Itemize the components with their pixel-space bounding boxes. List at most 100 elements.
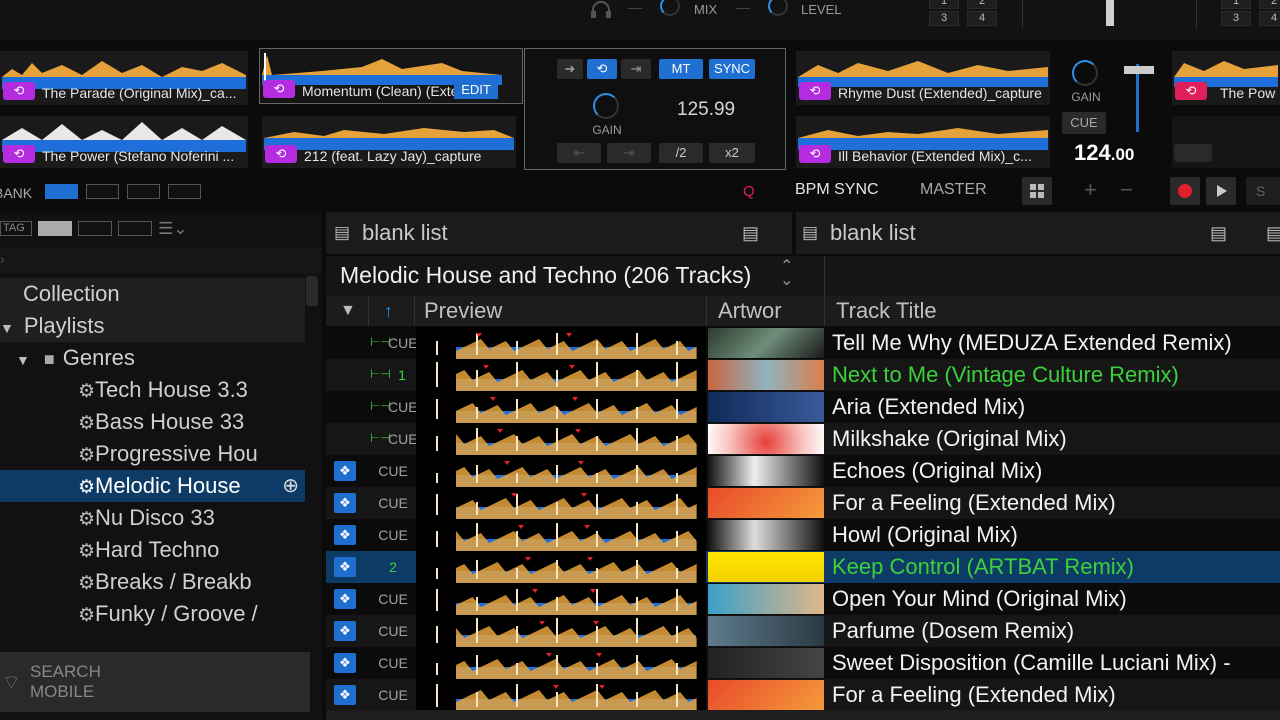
list-menu-icon[interactable]: ▤: [1210, 212, 1227, 254]
play-icon[interactable]: [1206, 177, 1236, 205]
gain-knob-right[interactable]: [1072, 60, 1098, 86]
plus-icon[interactable]: +: [1084, 177, 1097, 203]
level-knob[interactable]: [768, 0, 788, 16]
mt-button[interactable]: MT: [659, 59, 703, 79]
loop-icon[interactable]: ⟲: [1175, 82, 1207, 100]
sidebar-item-tech-house[interactable]: ⚙Tech House 3.3: [0, 374, 305, 406]
arrow-right-icon[interactable]: ➜: [557, 59, 583, 79]
sidebar-item-bass-house[interactable]: ⚙Bass House 33: [0, 406, 305, 438]
hotcue-3-left[interactable]: 3: [929, 11, 959, 26]
waveform-preview[interactable]: [416, 519, 706, 551]
sampler-slot[interactable]: ⟲ The Powe: [1172, 51, 1280, 105]
waveform-preview[interactable]: [416, 487, 706, 519]
sampler-slot-empty[interactable]: [1172, 116, 1280, 168]
tempo-slider-handle[interactable]: [1124, 66, 1154, 74]
loop-icon[interactable]: ⟲: [263, 80, 295, 98]
search-mobile-button[interactable]: ⌔ SEARCH MOBILE: [0, 652, 310, 712]
loop-icon[interactable]: ⟲: [587, 59, 617, 79]
view-button[interactable]: [118, 221, 152, 236]
loop-icon[interactable]: ⟲: [265, 145, 297, 163]
sidebar-item-playlists[interactable]: ▼ Playlists: [0, 310, 305, 342]
table-row[interactable]: ❖ 2 Keep Control (ARTBAT Remix): [326, 551, 1280, 583]
waveform-preview[interactable]: [416, 391, 706, 423]
waveform-preview[interactable]: [416, 615, 706, 647]
list-menu-icon[interactable]: ▤: [742, 212, 759, 254]
sampler-slot[interactable]: ⟲ Rhyme Dust (Extended)_capture: [796, 51, 1050, 105]
hotcue-2-left[interactable]: 2: [967, 0, 997, 9]
sidebar-scrollbar[interactable]: [306, 276, 318, 306]
double-tempo-button[interactable]: x2: [709, 143, 755, 163]
sidebar-item-breaks[interactable]: ⚙Breaks / Breakb: [0, 566, 305, 598]
bpm-sync-button[interactable]: BPM SYNC: [795, 181, 879, 199]
waveform-preview[interactable]: [416, 455, 706, 487]
minus-icon[interactable]: −: [1120, 177, 1133, 203]
sidebar-item-genres[interactable]: ▼ ■ Genres: [0, 342, 305, 374]
waveform-preview[interactable]: [416, 679, 706, 711]
table-row[interactable]: ❖ CUE For a Feeling (Extended Mix): [326, 679, 1280, 711]
horizontal-scrollbar[interactable]: [326, 710, 1280, 720]
color-filter-button[interactable]: [38, 221, 72, 236]
sidebar-item-progressive-house[interactable]: ⚙Progressive Hou: [0, 438, 305, 470]
expand-triangle-icon[interactable]: ▼: [0, 320, 14, 336]
sidebar-item-hard-techno[interactable]: ⚙Hard Techno: [0, 534, 305, 566]
sidebar-search-row[interactable]: ›: [0, 248, 322, 274]
waveform-preview[interactable]: [416, 423, 706, 455]
forward-arrow-icon[interactable]: ⇥: [607, 143, 651, 163]
table-row[interactable]: ❖ CUE Parfume (Dosem Remix): [326, 615, 1280, 647]
loop-icon[interactable]: ⟲: [3, 145, 35, 163]
sampler-slot-active[interactable]: ⟲ Momentum (Clean) (Exte EDIT: [259, 48, 523, 104]
list-menu-icon[interactable]: ☰⌄: [158, 219, 187, 239]
grid-view-icon[interactable]: [1022, 177, 1052, 205]
waveform-preview[interactable]: [416, 551, 706, 583]
bank-3-button[interactable]: [127, 184, 160, 199]
sort-up-arrow-icon[interactable]: ↑: [384, 296, 393, 326]
sidebar-item-collection[interactable]: Collection: [0, 278, 305, 310]
loop-button-empty[interactable]: [1174, 144, 1212, 162]
hotcue-4-left[interactable]: 4: [967, 11, 997, 26]
chevron-right-icon[interactable]: ›: [0, 251, 5, 267]
loop-icon[interactable]: ⟲: [3, 82, 35, 100]
record-icon[interactable]: [1170, 177, 1200, 205]
headphones-icon[interactable]: [590, 0, 612, 18]
bank-2-button[interactable]: [86, 184, 119, 199]
mix-knob[interactable]: [660, 0, 680, 16]
column-header-track-title[interactable]: Track Title: [836, 296, 937, 326]
column-header-preview[interactable]: Preview: [424, 296, 502, 326]
gain-knob[interactable]: [593, 93, 619, 119]
master-button[interactable]: MASTER: [920, 181, 987, 199]
half-tempo-button[interactable]: /2: [659, 143, 703, 163]
column-header-artwork[interactable]: Artwor: [718, 296, 782, 326]
table-row[interactable]: ❖ CUE Sweet Disposition (Camille Luciani M…: [326, 647, 1280, 679]
table-row[interactable]: ⊢⊣ 1 Next to Me (Vintage Culture Remix): [326, 359, 1280, 391]
sampler-slot[interactable]: ⟲ Ill Behavior (Extended Mix)_c...: [796, 116, 1050, 168]
quantize-button[interactable]: Q: [743, 183, 755, 200]
hotcue-1-left[interactable]: 1: [929, 0, 959, 9]
table-row[interactable]: ⊢⊣ CUE Tell Me Why (MEDUZA Extended Remix): [326, 327, 1280, 359]
hotcue-1-right[interactable]: 1: [1221, 0, 1251, 9]
add-circle-icon[interactable]: ⊕: [282, 470, 299, 502]
table-row[interactable]: ❖ CUE Open Your Mind (Original Mix): [326, 583, 1280, 615]
hotcue-3-right[interactable]: 3: [1221, 11, 1251, 26]
waveform-preview[interactable]: [416, 583, 706, 615]
sampler-slot[interactable]: ⟲ The Power (Stefano Noferini ...: [0, 116, 248, 168]
view-button[interactable]: [78, 221, 112, 236]
tag-button[interactable]: TAG: [0, 221, 32, 236]
sampler-slot[interactable]: ⟲ The Parade (Original Mix)_ca...: [0, 51, 248, 105]
bank-1-button[interactable]: [45, 184, 78, 199]
sidebar-item-nu-disco[interactable]: ⚙Nu Disco 33: [0, 502, 305, 534]
cue-button[interactable]: CUE: [1062, 112, 1106, 134]
table-row[interactable]: ⊢⊣ CUE Milkshake (Original Mix): [326, 423, 1280, 455]
skip-arrow-icon[interactable]: ⇥: [621, 59, 651, 79]
s-button[interactable]: S: [1246, 177, 1280, 205]
sort-toggle-icon[interactable]: ⌃ ⌄: [780, 259, 793, 289]
filter-icon[interactable]: ▼: [340, 296, 356, 326]
list-menu-icon[interactable]: ▤: [1266, 212, 1280, 254]
waveform-preview[interactable]: [416, 327, 706, 359]
sidebar-item-funky-groove[interactable]: ⚙Funky / Groove /: [0, 598, 305, 630]
table-row[interactable]: ❖ CUE Echoes (Original Mix): [326, 455, 1280, 487]
loop-icon[interactable]: ⟲: [799, 82, 831, 100]
loop-icon[interactable]: ⟲: [799, 145, 831, 163]
sync-button[interactable]: SYNC: [709, 59, 755, 79]
hotcue-4-right[interactable]: 4: [1259, 11, 1280, 26]
expand-triangle-icon[interactable]: ▼: [16, 352, 30, 368]
